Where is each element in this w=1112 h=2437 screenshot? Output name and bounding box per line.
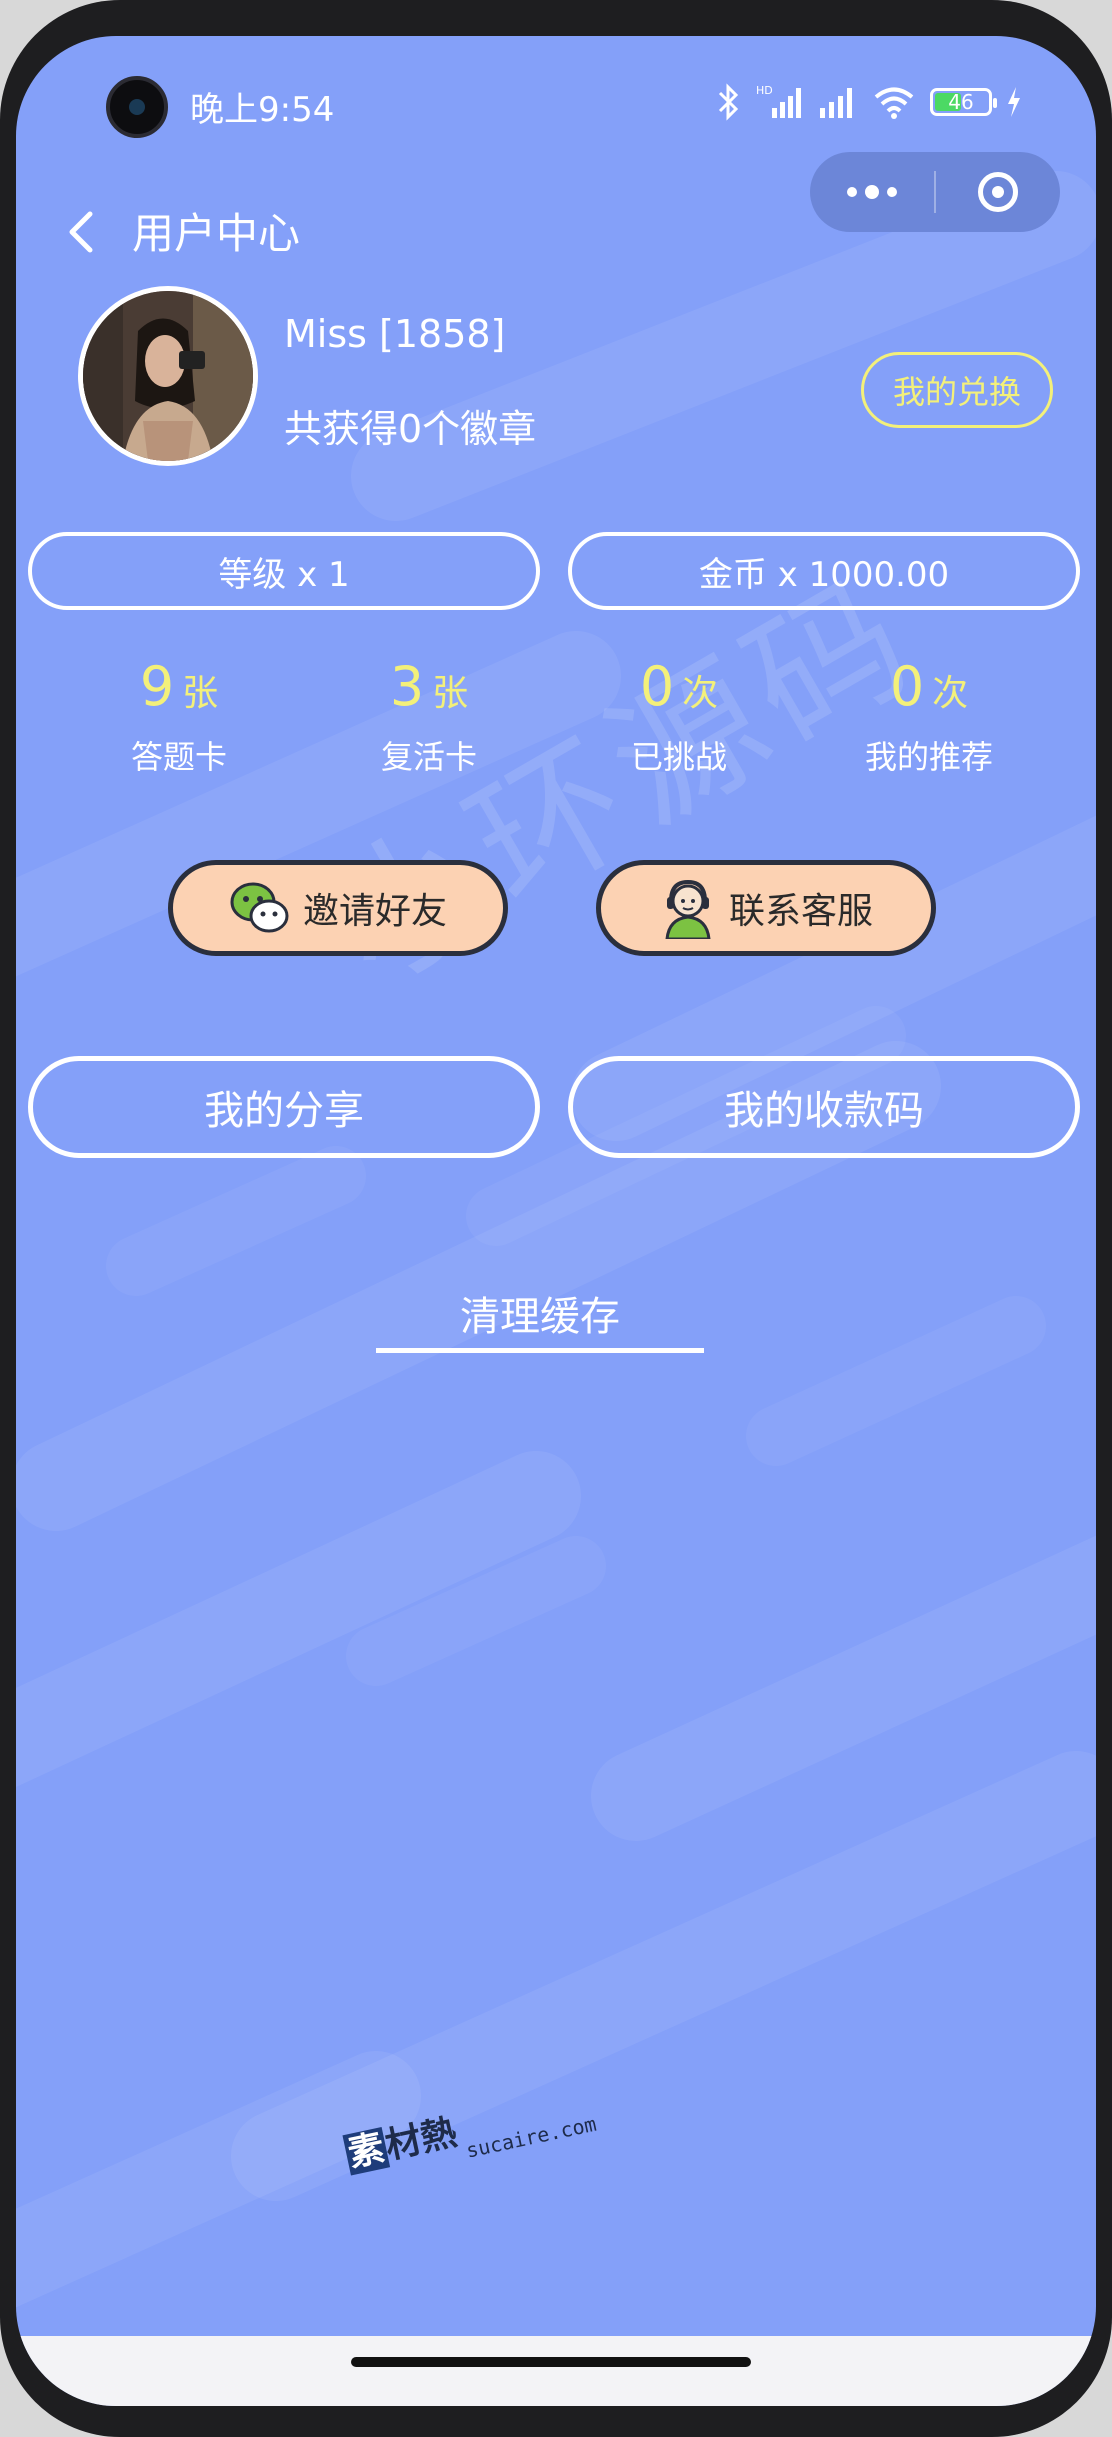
stat-label: 我的推荐 — [864, 738, 993, 776]
contact-service-label: 联系客服 — [728, 891, 873, 932]
stat-answer-cards[interactable]: 9张 答题卡 — [64, 656, 294, 778]
avatar[interactable] — [78, 286, 258, 466]
charging-icon — [1008, 87, 1020, 117]
stat-label: 复活卡 — [380, 738, 477, 776]
my-payment-code-button[interactable]: 我的收款码 — [568, 1056, 1080, 1158]
back-button[interactable] — [52, 196, 112, 266]
chevron-left-icon — [69, 211, 93, 253]
stat-challenged[interactable]: 0次 已挑战 — [564, 656, 794, 778]
stat-value: 0 — [889, 655, 925, 718]
target-icon — [978, 172, 1018, 212]
signal-icon-2 — [820, 88, 852, 118]
more-button[interactable] — [810, 152, 934, 232]
level-pill[interactable]: 等级 x 1 — [28, 532, 540, 610]
username: Miss [1858] — [284, 312, 506, 356]
stat-value: 0 — [639, 655, 675, 718]
stat-label: 答题卡 — [130, 738, 227, 776]
stat-unit: 张 — [432, 673, 469, 714]
bluetooth-icon — [718, 83, 739, 121]
wifi-icon — [874, 87, 914, 119]
stat-value: 9 — [139, 655, 175, 718]
my-share-button[interactable]: 我的分享 — [28, 1056, 540, 1158]
front-camera — [106, 76, 168, 138]
battery-icon: 46 — [930, 88, 997, 116]
status-icons: HD 46 — [716, 80, 1022, 124]
status-time: 晚上9:54 — [190, 90, 335, 130]
more-dots-icon — [847, 185, 897, 199]
stat-my-referrals[interactable]: 0次 我的推荐 — [814, 656, 1044, 778]
screen: 小环源码 晚上9:54 HD 46 用户中心 Miss [1858] 共获得0个… — [16, 36, 1096, 2406]
coins-pill[interactable]: 金币 x 1000.00 — [568, 532, 1080, 610]
stat-value: 3 — [389, 655, 425, 718]
clear-cache-link[interactable]: 清理缓存 — [376, 1284, 704, 1353]
invite-friends-button[interactable]: 邀请好友 — [168, 860, 508, 956]
stat-unit: 张 — [182, 673, 219, 714]
battery-level: 46 — [948, 90, 974, 114]
stat-unit: 次 — [932, 673, 969, 714]
bottom-bar — [16, 2336, 1096, 2406]
stat-revive-cards[interactable]: 3张 复活卡 — [314, 656, 544, 778]
svg-text:HD: HD — [756, 84, 773, 97]
customer-service-icon — [665, 879, 711, 939]
wechat-icon — [230, 882, 289, 933]
invite-friends-label: 邀请好友 — [302, 891, 447, 932]
stat-unit: 次 — [682, 673, 719, 714]
stat-label: 已挑战 — [630, 738, 727, 776]
signal-icon: HD — [756, 84, 801, 118]
close-miniprogram-button[interactable] — [936, 152, 1060, 232]
phone-frame: 小环源码 晚上9:54 HD 46 用户中心 Miss [1858] 共获得0个… — [0, 0, 1112, 2437]
my-exchange-button[interactable]: 我的兑换 — [861, 352, 1053, 428]
miniprogram-capsule — [810, 152, 1060, 232]
home-indicator[interactable] — [351, 2357, 751, 2367]
contact-service-button[interactable]: 联系客服 — [596, 860, 936, 956]
page-title: 用户中心 — [132, 209, 301, 258]
badge-count-text: 共获得0个徽章 — [284, 407, 537, 451]
avatar-photo — [83, 291, 253, 461]
